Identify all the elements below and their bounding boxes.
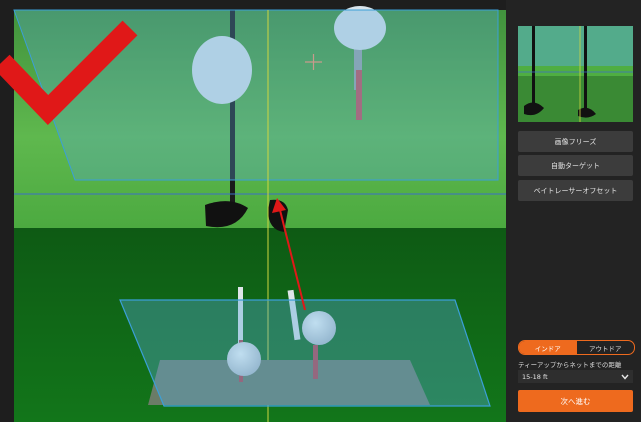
indoor-option[interactable]: インドア (519, 341, 577, 354)
preview-thumbnail (518, 26, 633, 122)
tracer-offset-button[interactable]: ベイトレーサーオフセット (518, 180, 633, 201)
freeze-image-button[interactable]: 画像フリーズ (518, 131, 633, 152)
camera-view[interactable] (0, 0, 506, 422)
camera-feed (0, 0, 506, 422)
chevron-down-icon (621, 374, 629, 380)
location-toggle[interactable]: インドア アウトドア (518, 340, 635, 355)
distance-label: ティーアップからネットまでの距離 (518, 361, 622, 369)
next-button[interactable]: 次へ進む (518, 390, 633, 412)
sidebar: 画像フリーズ 自動ターゲット ベイトレーサーオフセット インドア アウトドア テ… (506, 0, 641, 422)
outdoor-option[interactable]: アウトドア (577, 341, 635, 354)
distance-value: 15-18 ft (522, 372, 548, 381)
distance-select[interactable]: 15-18 ft (518, 370, 633, 383)
auto-target-button[interactable]: 自動ターゲット (518, 155, 633, 176)
